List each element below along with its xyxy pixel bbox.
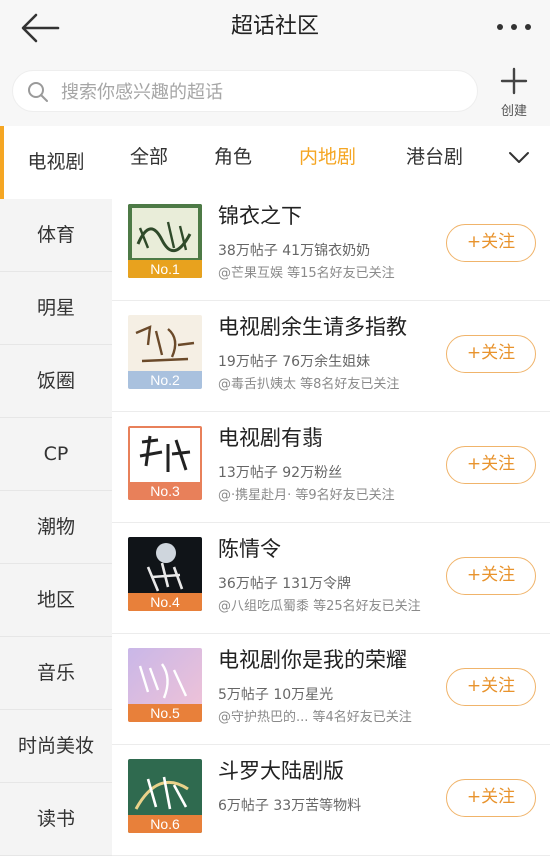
topic-stats: 6万帖子 33万苦等物料 (218, 798, 362, 814)
topic-cover-image: No.4 (128, 537, 202, 611)
sidebar-item-stars[interactable]: 明星 (0, 272, 112, 345)
tab-hk-tw-drama[interactable]: 港台剧 (406, 142, 463, 169)
follow-button[interactable]: +关注 (446, 446, 536, 484)
category-sidebar: 电视剧 体育 明星 饭圈 CP 潮物 地区 音乐 时尚美妆 读书 (0, 126, 112, 856)
rank-badge: No.4 (128, 593, 202, 611)
rank-badge: No.6 (128, 815, 202, 833)
sidebar-item-fandom[interactable]: 饭圈 (0, 345, 112, 418)
list-item[interactable]: No.1 锦衣之下 38万帖子 41万锦衣奶奶 @芒果互娱 等15名好友已关注 … (112, 190, 550, 301)
sidebar-item-region[interactable]: 地区 (0, 564, 112, 637)
rank-badge: No.5 (128, 704, 202, 722)
topic-stats: 13万帖子 92万粉丝 (218, 465, 343, 481)
follow-button[interactable]: +关注 (446, 335, 536, 373)
list-item[interactable]: No.3 电视剧有翡 13万帖子 92万粉丝 @·携星赴月· 等9名好友已关注 … (112, 412, 550, 523)
rank-badge: No.2 (128, 371, 202, 389)
topic-name[interactable]: 电视剧有翡 (218, 422, 323, 452)
list-item[interactable]: No.4 陈情令 36万帖子 131万令牌 @八组吃瓜蜀黍 等25名好友已关注 … (112, 523, 550, 634)
topic-list: No.1 锦衣之下 38万帖子 41万锦衣奶奶 @芒果互娱 等15名好友已关注 … (112, 190, 550, 856)
create-button[interactable]: 创建 (490, 66, 538, 122)
search-input[interactable] (59, 71, 463, 113)
chevron-down-icon[interactable] (508, 148, 530, 166)
topic-name[interactable]: 电视剧余生请多指教 (218, 311, 407, 341)
friends-followed: @毒舌扒姨太 等8名好友已关注 (218, 377, 400, 392)
topic-cover-image: No.6 (128, 759, 202, 833)
topic-name[interactable]: 陈情令 (218, 533, 281, 563)
follow-button[interactable]: +关注 (446, 557, 536, 595)
tab-all[interactable]: 全部 (130, 142, 168, 169)
create-label: 创建 (500, 104, 527, 119)
sidebar-item-music[interactable]: 音乐 (0, 637, 112, 710)
sidebar-item-cp[interactable]: CP (0, 418, 112, 491)
list-item[interactable]: No.5 电视剧你是我的荣耀 5万帖子 10万星光 @守护热巴的... 等4名好… (112, 634, 550, 745)
topic-name[interactable]: 斗罗大陆剧版 (218, 755, 344, 785)
more-dots-icon[interactable] (492, 12, 536, 42)
plus-icon (499, 67, 529, 100)
page-title: 超话社区 (230, 14, 319, 39)
search-box[interactable] (12, 70, 478, 113)
sidebar-item-fashion[interactable]: 时尚美妆 (0, 710, 112, 783)
topic-cover-image: No.3 (128, 426, 202, 500)
topic-stats: 19万帖子 76万余生姐妹 (218, 354, 371, 370)
list-item[interactable]: No.6 斗罗大陆剧版 6万帖子 33万苦等物料 +关注 (112, 745, 550, 856)
topic-name[interactable]: 锦衣之下 (218, 200, 302, 230)
topic-cover-image: No.2 (128, 315, 202, 389)
topic-name[interactable]: 电视剧你是我的荣耀 (218, 644, 407, 674)
topic-stats: 38万帖子 41万锦衣奶奶 (218, 243, 371, 259)
search-bar-area: 创建 (0, 56, 550, 126)
search-icon (27, 81, 49, 103)
topic-stats: 5万帖子 10万星光 (218, 687, 334, 703)
friends-followed: @八组吃瓜蜀黍 等25名好友已关注 (218, 599, 421, 614)
follow-button[interactable]: +关注 (446, 224, 536, 262)
subcategory-tabs: 全部 角色 内地剧 港台剧 (112, 126, 550, 190)
friends-followed: @芒果互娱 等15名好友已关注 (218, 266, 395, 281)
topic-cover-image: No.1 (128, 204, 202, 278)
sidebar-item-books[interactable]: 读书 (0, 783, 112, 856)
topic-stats: 36万帖子 131万令牌 (218, 576, 351, 592)
friends-followed: @守护热巴的... 等4名好友已关注 (218, 710, 412, 725)
top-header: 超话社区 (0, 0, 550, 56)
follow-button[interactable]: +关注 (446, 779, 536, 817)
rank-badge: No.3 (128, 482, 202, 500)
sidebar-item-sports[interactable]: 体育 (0, 199, 112, 272)
tab-roles[interactable]: 角色 (214, 142, 252, 169)
topic-cover-image: No.5 (128, 648, 202, 722)
friends-followed: @·携星赴月· 等9名好友已关注 (218, 488, 395, 503)
sidebar-item-tv[interactable]: 电视剧 (0, 126, 112, 199)
tab-mainland-drama[interactable]: 内地剧 (299, 142, 356, 169)
rank-badge: No.1 (128, 260, 202, 278)
follow-button[interactable]: +关注 (446, 668, 536, 706)
sidebar-item-trends[interactable]: 潮物 (0, 491, 112, 564)
list-item[interactable]: No.2 电视剧余生请多指教 19万帖子 76万余生姐妹 @毒舌扒姨太 等8名好… (112, 301, 550, 412)
